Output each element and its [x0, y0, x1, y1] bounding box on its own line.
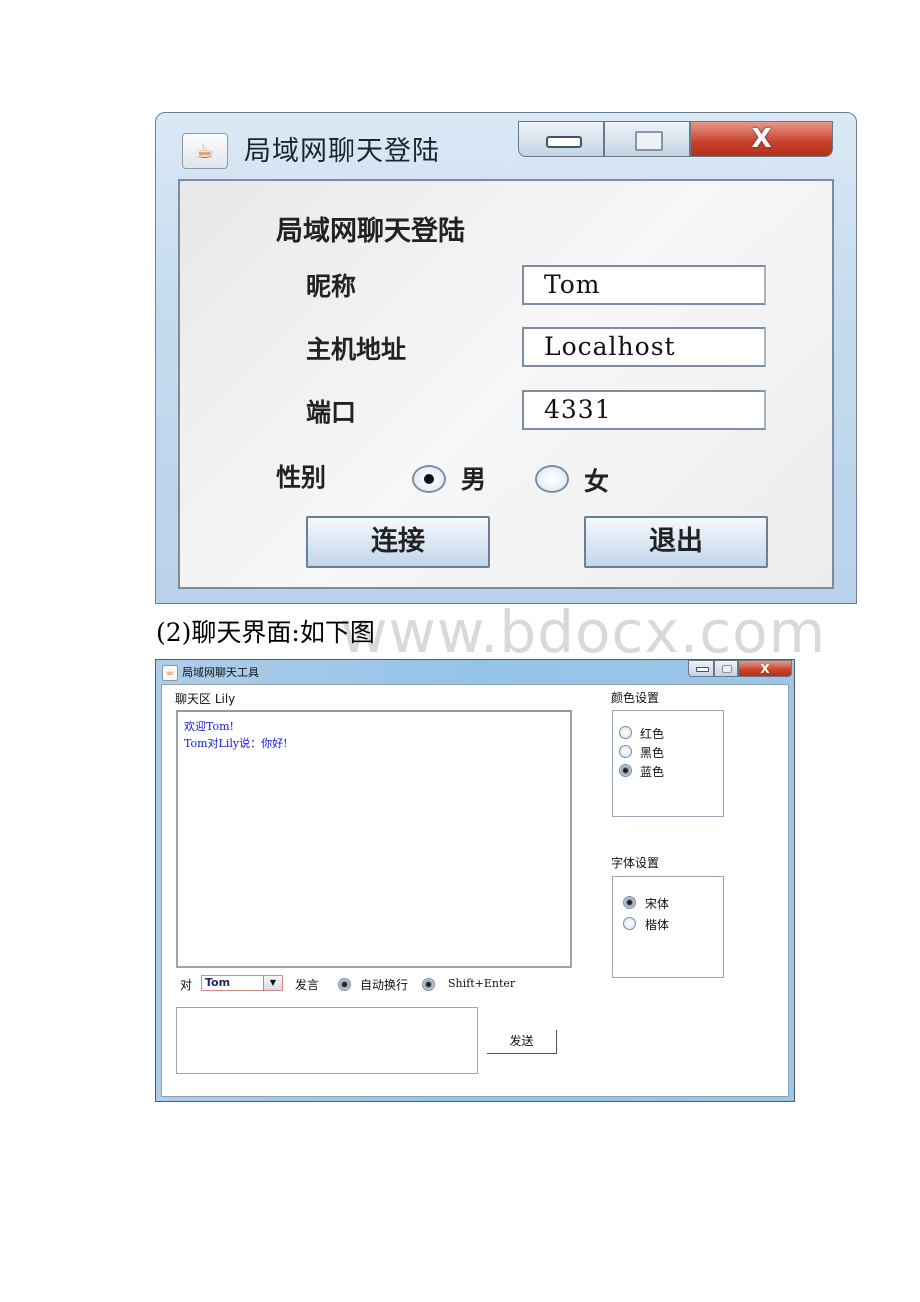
color-black-radio[interactable] [619, 745, 632, 758]
java-app-icon: ☕ [182, 133, 228, 169]
send-button[interactable]: 发送 [487, 1030, 557, 1054]
watermark: www.bdocx.com [340, 598, 827, 666]
color-red-label: 红色 [640, 727, 665, 741]
font-kaiti-label: 楷体 [645, 918, 670, 932]
auto-wrap-radio[interactable] [338, 978, 351, 991]
login-window: ☕ 局域网聊天登陆 X 局域网聊天登陆 昵称 Tom 主机地址 Localhos… [155, 112, 857, 604]
chat-window-title: 局域网聊天工具 [182, 666, 259, 679]
chat-message: 欢迎Tom! [184, 720, 234, 733]
gender-male-radio[interactable] [412, 465, 446, 493]
gender-female-radio[interactable] [535, 465, 569, 493]
gender-female-label: 女 [584, 467, 610, 496]
speak-label: 发言 [295, 978, 320, 992]
chat-window: ☕ 局域网聊天工具 X 聊天区 Lily 欢迎Tom! Tom对Lily说：你好… [155, 659, 795, 1102]
recipient-select[interactable]: Tom ▼ [201, 975, 283, 991]
font-settings-label: 字体设置 [611, 856, 660, 870]
nickname-input[interactable]: Tom [522, 265, 766, 305]
color-blue-label: 蓝色 [640, 765, 665, 779]
maximize-button[interactable] [714, 660, 738, 677]
color-blue-radio[interactable] [619, 764, 632, 777]
auto-wrap-label: 自动换行 [360, 978, 409, 992]
color-black-label: 黑色 [640, 746, 665, 760]
window-controls: X [688, 660, 792, 678]
minimize-button[interactable] [518, 121, 604, 157]
port-label: 端口 [306, 398, 357, 427]
font-kaiti-radio[interactable] [623, 917, 636, 930]
color-settings-label: 颜色设置 [611, 691, 660, 705]
chat-history[interactable]: 欢迎Tom! Tom对Lily说：你好! [176, 710, 572, 968]
shift-enter-radio[interactable] [422, 978, 435, 991]
shift-enter-label: Shift+Enter [448, 977, 516, 990]
close-button[interactable]: X [690, 121, 833, 157]
color-red-radio[interactable] [619, 726, 632, 739]
color-settings-group: 红色 黑色 蓝色 [612, 710, 724, 817]
font-songti-label: 宋体 [645, 897, 670, 911]
java-app-icon: ☕ [162, 665, 178, 681]
login-heading: 局域网聊天登陆 [276, 216, 465, 247]
maximize-icon [722, 665, 732, 673]
minimize-icon [696, 667, 709, 672]
recipient-value: Tom [205, 976, 231, 989]
caption: (2)聊天界面:如下图 [156, 618, 375, 647]
host-address-label: 主机地址 [306, 335, 407, 364]
chat-area-label: 聊天区 Lily [175, 692, 236, 706]
host-address-input[interactable]: Localhost [522, 327, 766, 367]
minimize-icon [546, 136, 582, 148]
nickname-label: 昵称 [306, 272, 357, 301]
close-button[interactable]: X [738, 660, 792, 677]
login-form: 局域网聊天登陆 昵称 Tom 主机地址 Localhost 端口 4331 性别… [178, 179, 834, 589]
maximize-icon [635, 131, 663, 151]
exit-button[interactable]: 退出 [584, 516, 768, 568]
close-icon: X [751, 124, 772, 154]
close-icon: X [760, 662, 770, 676]
font-songti-radio[interactable] [623, 896, 636, 909]
maximize-button[interactable] [604, 121, 690, 157]
chat-client-area: 聊天区 Lily 欢迎Tom! Tom对Lily说：你好! 对 Tom ▼ 发言… [161, 684, 789, 1097]
gender-male-label: 男 [461, 465, 487, 494]
chevron-down-icon[interactable]: ▼ [263, 976, 282, 990]
login-title-bar[interactable]: ☕ 局域网聊天登陆 X [156, 113, 856, 177]
gender-label: 性别 [276, 463, 327, 492]
font-settings-group: 宋体 楷体 [612, 876, 724, 978]
chat-message: Tom对Lily说：你好! [184, 737, 288, 750]
minimize-button[interactable] [688, 660, 714, 677]
message-input[interactable] [176, 1007, 478, 1074]
window-controls: X [518, 121, 833, 159]
connect-button[interactable]: 连接 [306, 516, 490, 568]
to-label: 对 [180, 978, 193, 992]
port-input[interactable]: 4331 [522, 390, 766, 430]
login-window-title: 局域网聊天登陆 [244, 136, 440, 167]
